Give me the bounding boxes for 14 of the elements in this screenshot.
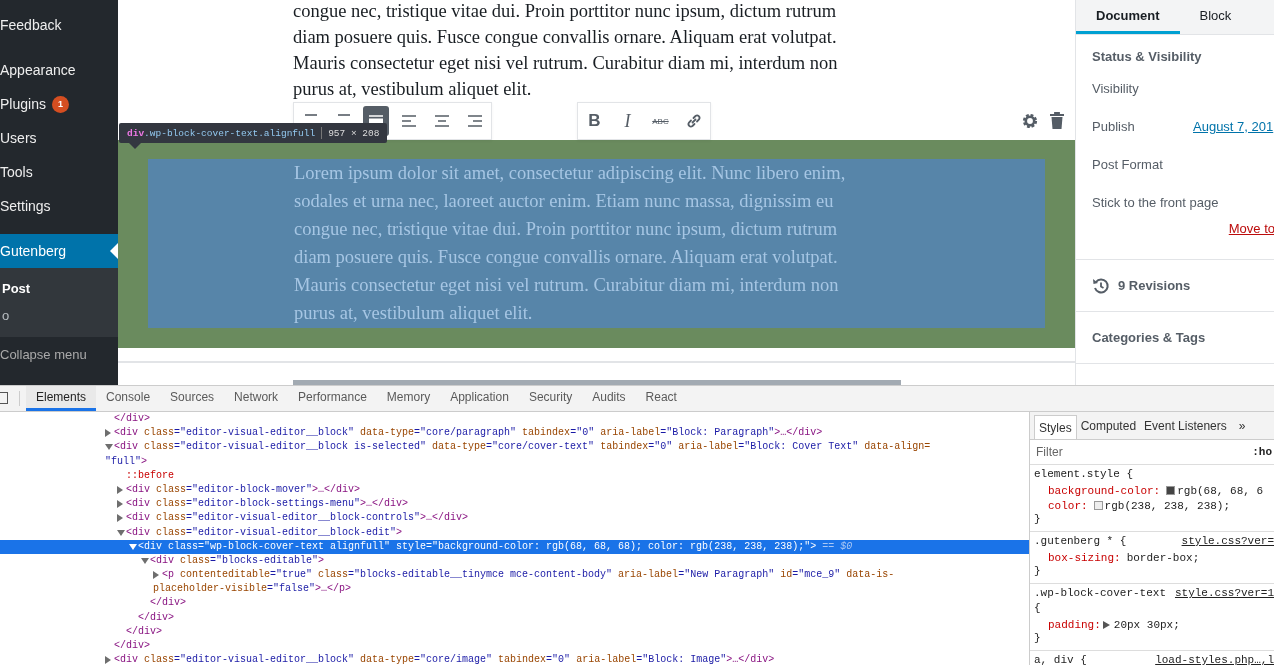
setting-label: Stick to the front page — [1092, 194, 1219, 210]
css-selector: .wp-block-cover-text — [1034, 587, 1167, 601]
setting-label: Visibility — [1092, 80, 1140, 96]
update-count-badge: 1 — [51, 95, 69, 113]
element-inspect-tooltip: div.wp-block-cover-text.alignfull 957 × 208 — [119, 123, 388, 143]
css-selector: element.style { — [1034, 468, 1134, 482]
setting-label: Post Format — [1092, 156, 1164, 172]
css-brace: } — [1034, 513, 1041, 527]
css-brace: } — [1034, 632, 1041, 646]
css-selector: .gutenberg * { — [1034, 535, 1127, 549]
css-brace: } — [1034, 565, 1041, 579]
css-brace: { — [1034, 602, 1041, 616]
css-selector: a, div { — [1034, 654, 1087, 665]
setting-label: Publish — [1092, 118, 1136, 134]
